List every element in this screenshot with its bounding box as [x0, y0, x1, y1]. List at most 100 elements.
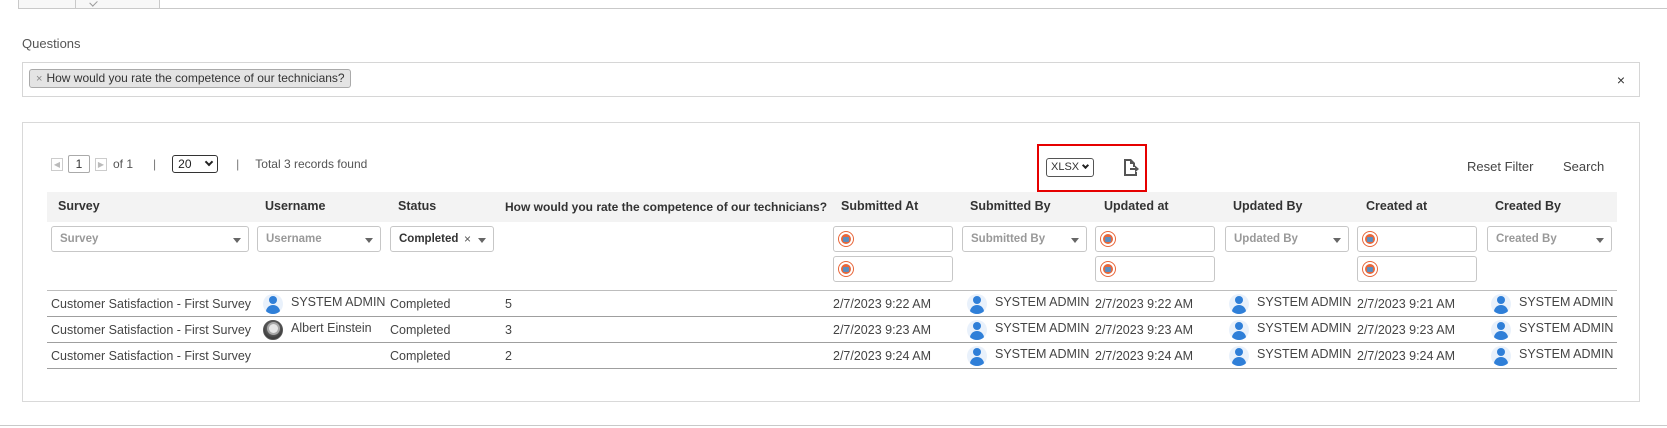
column-header-status[interactable]: Status: [398, 199, 436, 213]
updated-by-filter-placeholder: Updated By: [1234, 233, 1298, 245]
tab-first[interactable]: [18, 0, 76, 9]
cell-created-by: SYSTEM ADMIN: [1491, 291, 1613, 317]
cell-status: Completed: [390, 349, 451, 363]
created-by-label: SYSTEM ADMIN: [1519, 347, 1614, 361]
cell-survey: Customer Satisfaction - First Survey: [51, 323, 252, 337]
updated-by-label: SYSTEM ADMIN: [1257, 321, 1352, 335]
cell-submitted-at: 2/7/2023 9:23 AM: [833, 323, 931, 337]
column-header-created-by[interactable]: Created By: [1495, 199, 1561, 213]
cell-created-by: SYSTEM ADMIN: [1491, 343, 1613, 369]
cell-submitted-by: SYSTEM ADMIN: [967, 343, 1089, 369]
cell-updated-by: SYSTEM ADMIN: [1229, 317, 1351, 343]
updated-at-from-date[interactable]: [1095, 226, 1215, 252]
table-row[interactable]: Customer Satisfaction - First Survey Com…: [47, 343, 1617, 369]
cell-created-at: 2/7/2023 9:24 AM: [1357, 349, 1455, 363]
page-size-value: 20: [178, 157, 192, 171]
user-avatar-icon: [1229, 346, 1249, 366]
search-button[interactable]: Search: [1563, 159, 1604, 174]
column-header-username[interactable]: Username: [265, 199, 325, 213]
user-photo-avatar: [263, 320, 283, 340]
cell-answer: 3: [505, 323, 512, 337]
questions-multiselect[interactable]: × How would you rate the competence of ou…: [22, 62, 1640, 97]
calendar-icon[interactable]: [1363, 262, 1377, 276]
submitted-by-label: SYSTEM ADMIN: [995, 295, 1090, 309]
next-page-icon[interactable]: ▶: [95, 157, 107, 171]
column-header-question[interactable]: How would you rate the competence of our…: [505, 200, 827, 214]
survey-filter-placeholder: Survey: [60, 233, 99, 245]
pager-separator: |: [153, 157, 157, 171]
chevron-down-icon: [1071, 238, 1079, 243]
updated-by-label: SYSTEM ADMIN: [1257, 295, 1352, 309]
export-file-icon[interactable]: [1121, 158, 1139, 176]
cell-status: Completed: [390, 297, 451, 311]
username-label: Albert Einstein: [291, 321, 372, 335]
updated-at-to-date[interactable]: [1095, 256, 1215, 282]
column-header-survey[interactable]: Survey: [58, 199, 100, 213]
cell-answer: 2: [505, 349, 512, 363]
cell-submitted-at: 2/7/2023 9:22 AM: [833, 297, 931, 311]
cell-submitted-at: 2/7/2023 9:24 AM: [833, 349, 931, 363]
username-filter-placeholder: Username: [266, 233, 322, 245]
cell-updated-at: 2/7/2023 9:24 AM: [1095, 349, 1193, 363]
clear-status-icon[interactable]: ×: [464, 227, 471, 251]
column-header-submitted-at[interactable]: Submitted At: [841, 199, 918, 213]
calendar-icon[interactable]: [1101, 232, 1115, 246]
table-row[interactable]: Customer Satisfaction - First Survey SYS…: [47, 291, 1617, 317]
chevron-down-icon: [1081, 161, 1090, 170]
question-tag-label: How would you rate the competence of our…: [46, 71, 345, 85]
column-header-updated-by[interactable]: Updated By: [1233, 199, 1302, 213]
submitted-by-label: SYSTEM ADMIN: [995, 347, 1090, 361]
submitted-at-to-date[interactable]: [833, 256, 953, 282]
cell-updated-by: SYSTEM ADMIN: [1229, 291, 1351, 317]
reset-filter-button[interactable]: Reset Filter: [1467, 159, 1533, 174]
submitted-by-label: SYSTEM ADMIN: [995, 321, 1090, 335]
user-avatar-icon: [1491, 294, 1511, 314]
pager-separator: |: [236, 157, 240, 171]
user-avatar-icon: [967, 294, 987, 314]
updated-by-filter[interactable]: Updated By: [1225, 226, 1349, 252]
calendar-icon[interactable]: [1363, 232, 1377, 246]
page-number-input[interactable]: 1: [68, 155, 90, 173]
cell-survey: Customer Satisfaction - First Survey: [51, 297, 252, 311]
page-of-label: of 1: [113, 157, 134, 171]
clear-questions-icon[interactable]: ×: [1617, 72, 1625, 88]
created-by-label: SYSTEM ADMIN: [1519, 321, 1614, 335]
user-avatar-icon: [967, 320, 987, 340]
cell-answer: 5: [505, 297, 512, 311]
username-filter[interactable]: Username: [257, 226, 381, 252]
tab-second[interactable]: [76, 0, 160, 9]
question-tag: × How would you rate the competence of ou…: [29, 69, 351, 88]
questions-label: Questions: [22, 36, 81, 51]
cell-created-at: 2/7/2023 9:23 AM: [1357, 323, 1455, 337]
user-avatar-icon: [967, 346, 987, 366]
created-by-label: SYSTEM ADMIN: [1519, 295, 1614, 309]
page-size-select[interactable]: 20: [172, 155, 219, 173]
prev-page-icon[interactable]: ◀: [51, 157, 63, 171]
created-by-filter[interactable]: Created By: [1487, 226, 1612, 252]
export-format-select[interactable]: XLSX: [1046, 158, 1094, 177]
pager: ◀ 1 ▶ of 1 | 20 | Total 3 records found: [51, 155, 367, 173]
column-header-submitted-by[interactable]: Submitted By: [970, 199, 1051, 213]
column-header-created-at[interactable]: Created at: [1366, 199, 1427, 213]
column-header-updated-at[interactable]: Updated at: [1104, 199, 1169, 213]
cell-status: Completed: [390, 323, 451, 337]
chevron-down-icon: [204, 157, 214, 167]
cell-updated-at: 2/7/2023 9:23 AM: [1095, 323, 1193, 337]
calendar-icon[interactable]: [839, 232, 853, 246]
table-row[interactable]: Customer Satisfaction - First Survey Alb…: [47, 317, 1617, 343]
created-at-to-date[interactable]: [1357, 256, 1477, 282]
submitted-by-filter[interactable]: Submitted By: [962, 226, 1087, 252]
updated-by-label: SYSTEM ADMIN: [1257, 347, 1352, 361]
cell-username: SYSTEM ADMIN: [263, 291, 385, 317]
chevron-down-icon: [365, 238, 373, 243]
cell-updated-by: SYSTEM ADMIN: [1229, 343, 1351, 369]
submitted-at-from-date[interactable]: [833, 226, 953, 252]
cell-survey: Customer Satisfaction - First Survey: [51, 349, 252, 363]
status-filter-value: Completed: [399, 233, 459, 245]
survey-filter[interactable]: Survey: [51, 226, 249, 252]
tag-remove-icon[interactable]: ×: [36, 73, 42, 85]
calendar-icon[interactable]: [1101, 262, 1115, 276]
created-at-from-date[interactable]: [1357, 226, 1477, 252]
status-filter[interactable]: Completed ×: [390, 226, 494, 252]
calendar-icon[interactable]: [839, 262, 853, 276]
